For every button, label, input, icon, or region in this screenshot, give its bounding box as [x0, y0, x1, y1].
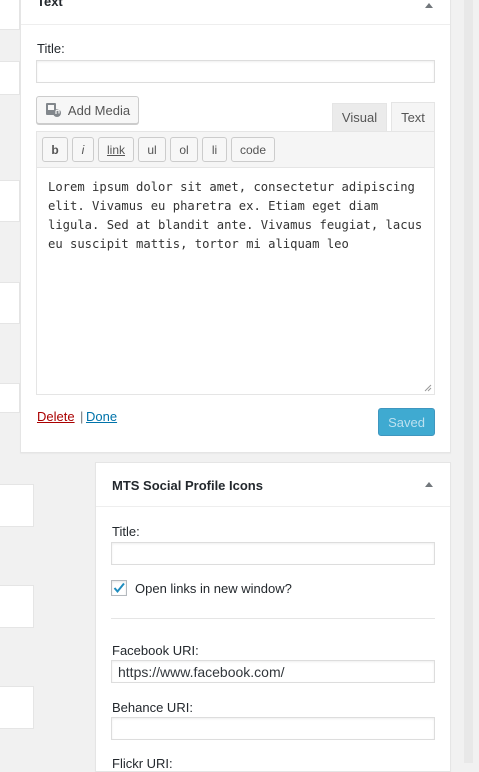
- collapse-arrow-icon[interactable]: [425, 3, 433, 8]
- widget-title: MTS Social Profile Icons: [112, 478, 263, 493]
- quicktag-label: li: [211, 142, 218, 157]
- quicktag-ul-button[interactable]: ul: [138, 137, 166, 162]
- quicktag-label: code: [239, 142, 267, 157]
- background-widget-stub: [0, 61, 20, 95]
- tab-visual-label: Visual: [341, 110, 378, 125]
- quicktag-label: ul: [147, 142, 157, 157]
- add-media-button[interactable]: Add Media: [36, 96, 139, 124]
- checkmark-icon: [113, 582, 125, 594]
- link-separator: |: [80, 409, 84, 424]
- add-media-label: Add Media: [67, 102, 131, 118]
- open-new-window-checkbox[interactable]: [111, 580, 127, 596]
- background-widget-stub: [0, 686, 34, 729]
- media-icon: [45, 103, 61, 117]
- flickr-label: Flickr URI:: [112, 756, 173, 771]
- right-scroll-area: [458, 0, 479, 763]
- facebook-input[interactable]: [111, 660, 435, 683]
- title-input[interactable]: [36, 60, 435, 83]
- quicktag-italic-button[interactable]: i: [72, 137, 94, 162]
- resize-handle-icon[interactable]: [424, 384, 432, 392]
- background-widget-stub: [0, 282, 20, 324]
- saved-label: Saved: [388, 414, 425, 430]
- background-widget-stub: [0, 585, 34, 628]
- facebook-label: Facebook URI:: [112, 643, 199, 658]
- collapse-arrow-icon[interactable]: [425, 482, 433, 487]
- background-widget-stub: [0, 0, 20, 30]
- tab-visual[interactable]: Visual: [332, 103, 387, 131]
- social-title-input[interactable]: [111, 542, 435, 565]
- content-text: Lorem ipsum dolor sit amet, consectetur …: [48, 180, 423, 251]
- tab-text-label: Text: [401, 110, 425, 125]
- background-widget-stub: [0, 484, 34, 527]
- quicktag-code-button[interactable]: code: [231, 137, 275, 162]
- social-title-label: Title:: [112, 524, 140, 539]
- behance-label: Behance URI:: [112, 700, 193, 715]
- tab-text[interactable]: Text: [391, 102, 435, 132]
- title-label: Title:: [37, 41, 65, 56]
- quicktag-link-button[interactable]: link: [98, 137, 134, 162]
- behance-input[interactable]: [111, 717, 435, 740]
- quicktag-ol-button[interactable]: ol: [170, 137, 198, 162]
- divider: [111, 618, 435, 619]
- quicktag-li-button[interactable]: li: [202, 137, 227, 162]
- done-link[interactable]: Done: [86, 409, 117, 424]
- quicktag-label: ol: [179, 142, 189, 157]
- quicktag-label: link: [106, 142, 125, 157]
- checkbox-label: Open links in new window?: [135, 581, 292, 596]
- widget-header[interactable]: Text: [21, 0, 450, 25]
- background-widget-stub: [0, 180, 20, 222]
- saved-button[interactable]: Saved: [378, 408, 435, 436]
- widget-header[interactable]: MTS Social Profile Icons: [96, 463, 450, 507]
- quicktag-label: i: [81, 142, 85, 157]
- widget-title: Text: [37, 0, 63, 9]
- background-widget-stub: [0, 383, 20, 413]
- scroll-track[interactable]: [464, 0, 473, 763]
- content-textarea[interactable]: Lorem ipsum dolor sit amet, consectetur …: [36, 168, 435, 395]
- delete-link[interactable]: Delete: [37, 409, 75, 424]
- quicktag-label: b: [51, 142, 59, 157]
- quicktag-bold-button[interactable]: b: [42, 137, 68, 162]
